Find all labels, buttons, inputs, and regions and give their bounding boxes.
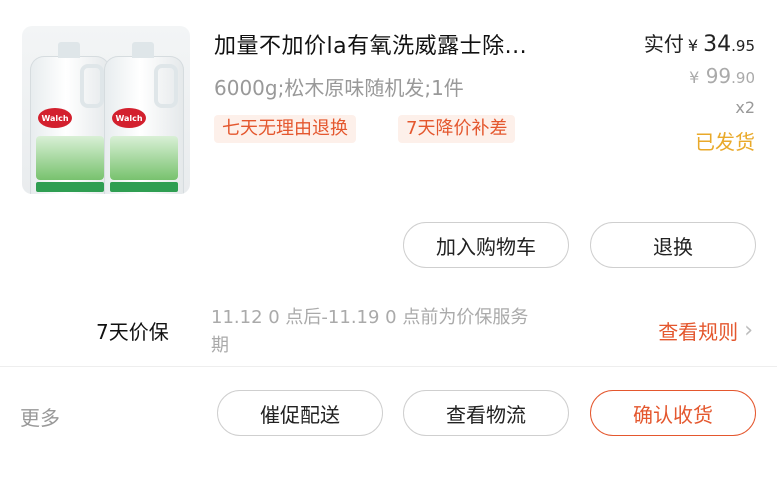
currency-symbol: ¥ [689,68,700,87]
product-title[interactable]: 加量不加价la有氧洗威露士除... [214,28,527,60]
tag-no-reason-return: 七天无理由退换 [214,115,356,143]
product-image[interactable]: Walch Walch [22,26,190,194]
order-status: 已发货 [695,130,755,154]
divider [0,366,777,367]
tag-price-protection: 7天降价补差 [398,115,516,143]
product-spec: 6000g;松木原味随机发;1件 [214,76,464,100]
view-logistics-button[interactable]: 查看物流 [403,390,569,436]
paid-amount-dec: .95 [731,37,755,55]
price-guarantee-period: 11.12 0 点后-11.19 0 点前为价保服务期 [211,307,529,356]
currency-symbol: ¥ [687,36,699,55]
return-exchange-button[interactable]: 退换 [590,222,756,268]
paid-price: 实付 ¥ 34.95 [644,28,755,57]
original-amount-int: 99 [705,64,732,88]
chevron-right-icon: › [744,317,753,343]
paid-amount-int: 34 [703,32,732,57]
bottle-back-left: Walch [30,42,110,194]
quantity: x2 [735,98,755,117]
more-button[interactable]: 更多 [20,402,60,431]
bottle-back-right: Walch [104,42,184,194]
brand-logo: Walch [38,108,72,128]
original-price: ¥ 99.90 [685,64,755,88]
view-rules-link[interactable]: 查看规则 › [658,316,753,345]
view-rules-label: 查看规则 [658,320,739,344]
urge-delivery-button[interactable]: 催促配送 [217,390,383,436]
brand-logo: Walch [112,108,146,128]
add-to-cart-button[interactable]: 加入购物车 [403,222,569,268]
confirm-receipt-button[interactable]: 确认收货 [590,390,756,436]
paid-label: 实付 [643,32,684,56]
original-amount-dec: .90 [731,69,755,87]
price-guarantee-label: 7天价保 [96,320,169,344]
